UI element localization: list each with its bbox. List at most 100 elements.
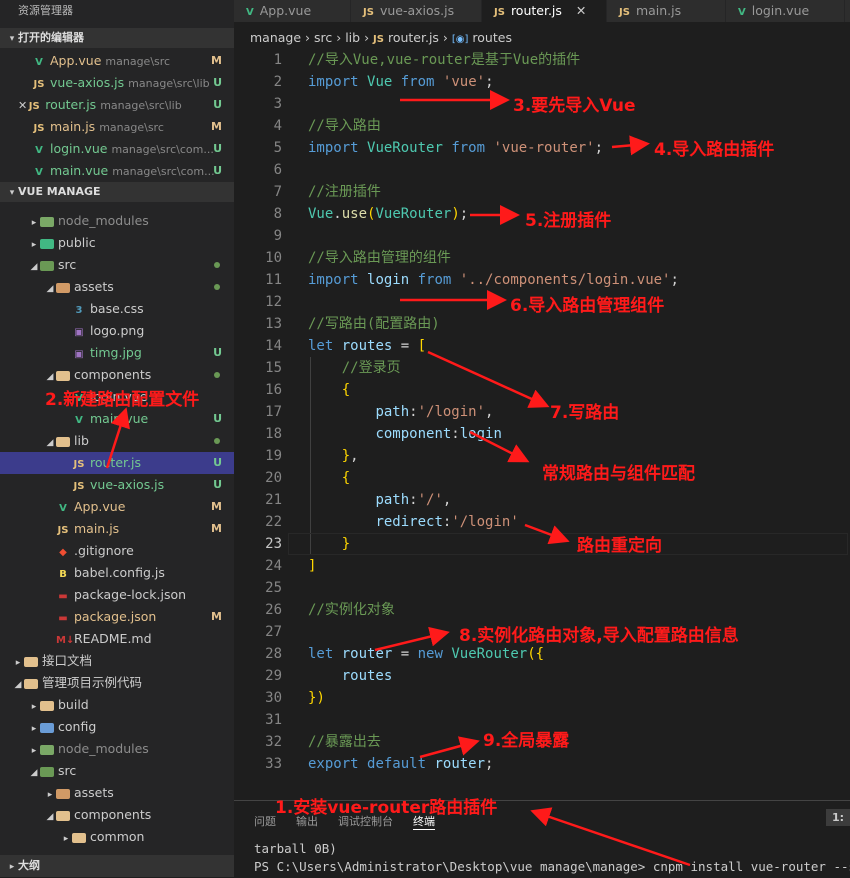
- tree-item-components[interactable]: ◢ components: [0, 804, 234, 826]
- file-name: login.vue: [50, 141, 108, 156]
- tree-item-router-js[interactable]: JS router.js U: [0, 452, 234, 474]
- line-number: 29: [265, 668, 282, 684]
- tree-item-common[interactable]: ▸ common: [0, 826, 234, 848]
- tree-item-node-modules[interactable]: ▸ node_modules: [0, 210, 234, 232]
- code-line[interactable]: 13 //写路由(配置路由): [234, 313, 850, 335]
- tab-App-vue[interactable]: V App.vue: [234, 0, 351, 22]
- tree-item--[interactable]: ▸ 接口文档: [0, 650, 234, 672]
- file-name: config: [58, 719, 97, 734]
- breadcrumb-item[interactable]: routes: [472, 30, 512, 45]
- tree-item-public[interactable]: ▸ public: [0, 232, 234, 254]
- code-line[interactable]: 10 //导入路由管理的组件: [234, 247, 850, 269]
- outline-header[interactable]: ▸ 大纲: [0, 855, 234, 877]
- tree-item-package-lock-json[interactable]: ▬ package-lock.json: [0, 584, 234, 606]
- breadcrumb-item[interactable]: lib: [345, 30, 360, 45]
- tab-vue-axios-js[interactable]: JS vue-axios.js: [351, 0, 482, 22]
- breadcrumb-item[interactable]: manage: [250, 30, 301, 45]
- modified-dot: [214, 262, 220, 268]
- code-line[interactable]: 4 //导入路由: [234, 115, 850, 137]
- line-number: 21: [265, 492, 282, 508]
- terminal-prompt[interactable]: PS C:\Users\Administrator\Desktop\vue ma…: [254, 859, 850, 876]
- tab-router-js[interactable]: JS router.js ✕: [482, 0, 607, 22]
- code-text: path:'/login',: [375, 404, 494, 420]
- tree-item-logo-png[interactable]: ▣ logo.png: [0, 320, 234, 342]
- tree-item-config[interactable]: ▸ config: [0, 716, 234, 738]
- code-line[interactable]: 1 //导入Vue,vue-router是基于Vue的插件: [234, 49, 850, 71]
- breadcrumb-item[interactable]: router.js: [388, 30, 439, 45]
- line-number: 4: [273, 118, 282, 134]
- code-line[interactable]: 22 redirect:'/login': [234, 511, 850, 533]
- code-line[interactable]: 28 let router = new VueRouter({: [234, 643, 850, 665]
- tree-item-main-js[interactable]: JS main.js M: [0, 518, 234, 540]
- open-editor-item[interactable]: JS main.js manage\src M: [0, 116, 234, 138]
- tree-item-src[interactable]: ◢ src: [0, 254, 234, 276]
- open-editors-header[interactable]: ▾ 打开的编辑器: [0, 28, 234, 48]
- tree-item-assets[interactable]: ◢ assets: [0, 276, 234, 298]
- code-line[interactable]: 25: [234, 577, 850, 599]
- line-number: 8: [273, 206, 282, 222]
- file-name: router.js: [45, 97, 97, 112]
- breadcrumb-item[interactable]: src: [314, 30, 332, 45]
- code-line[interactable]: 21 path:'/',: [234, 489, 850, 511]
- close-icon[interactable]: ✕: [576, 3, 586, 18]
- code-line[interactable]: 29 routes: [234, 665, 850, 687]
- line-number: 31: [265, 712, 282, 728]
- js-file-icon: JS: [73, 481, 85, 492]
- tree-item-main-vue[interactable]: Vmain.vue U: [0, 408, 234, 430]
- tab-login-vue[interactable]: Vlogin.vue: [726, 0, 845, 22]
- tab-main-js[interactable]: JS main.js: [607, 0, 726, 22]
- code-line[interactable]: 18 component:login: [234, 423, 850, 445]
- close-icon[interactable]: ✕: [18, 99, 27, 112]
- code-text: ]: [308, 558, 317, 574]
- code-line[interactable]: 15 //登录页: [234, 357, 850, 379]
- tree-item-timg-jpg[interactable]: ▣ timg.jpg U: [0, 342, 234, 364]
- editor-tabs: V App.vue JS vue-axios.js JS router.js ✕ JS main…: [234, 0, 850, 22]
- tree-item-components[interactable]: ◢ components: [0, 364, 234, 386]
- code-line[interactable]: 11 import login from '../components/login…: [234, 269, 850, 291]
- tree-item-lib[interactable]: ◢ lib: [0, 430, 234, 452]
- file-name: package-lock.json: [74, 587, 187, 602]
- tree-item--gitignore[interactable]: ◆ .gitignore: [0, 540, 234, 562]
- open-editor-item[interactable]: JS vue-axios.js manage\src\lib U: [0, 72, 234, 94]
- code-line[interactable]: 16 {: [234, 379, 850, 401]
- code-line[interactable]: 24]: [234, 555, 850, 577]
- code-text: //实例化对象: [308, 602, 395, 618]
- tree-item-assets[interactable]: ▸ assets: [0, 782, 234, 804]
- code-line[interactable]: 30}): [234, 687, 850, 709]
- img-file-icon: ▣: [74, 349, 84, 360]
- tree-item-babel-config-js[interactable]: Bbabel.config.js: [0, 562, 234, 584]
- code-line[interactable]: 7 //注册插件: [234, 181, 850, 203]
- tree-item-app-vue[interactable]: V App.vue M: [0, 496, 234, 518]
- file-name: router.js: [90, 455, 141, 470]
- code-text: path:'/',: [375, 492, 452, 508]
- terminal-selector[interactable]: 1:: [825, 809, 850, 826]
- file-name: main.vue: [50, 163, 109, 178]
- tree-item--[interactable]: ◢ 管理项目示例代码: [0, 672, 234, 694]
- code-line[interactable]: 14 let routes = [: [234, 335, 850, 357]
- line-number: 32: [265, 734, 282, 750]
- tree-item-build[interactable]: ▸ build: [0, 694, 234, 716]
- file-name: App.vue: [50, 53, 102, 68]
- tree-item-node-modules[interactable]: ▸ node_modules: [0, 738, 234, 760]
- code-editor[interactable]: 1 //导入Vue,vue-router是基于Vue的插件 2 import Vue …: [234, 49, 850, 794]
- tree-item-base-css[interactable]: 3 base.css: [0, 298, 234, 320]
- tree-item-package-json[interactable]: ▬ package.json M: [0, 606, 234, 628]
- folder-icon: [56, 810, 70, 821]
- code-line[interactable]: 33 export default router;: [234, 753, 850, 775]
- folder-icon: [40, 744, 54, 755]
- code-line[interactable]: 17 path:'/login',: [234, 401, 850, 423]
- code-line[interactable]: 26 //实例化对象: [234, 599, 850, 621]
- line-number: 15: [265, 360, 282, 376]
- tree-item-vue-axios-js[interactable]: JS vue-axios.js U: [0, 474, 234, 496]
- code-line[interactable]: 6: [234, 159, 850, 181]
- open-editor-item[interactable]: Vlogin.vue manage\src\com... U: [0, 138, 234, 160]
- open-editor-item[interactable]: Vmain.vue manage\src\com... U: [0, 160, 234, 182]
- open-editor-item[interactable]: ✕ JS router.js manage\src\lib U: [0, 94, 234, 116]
- code-line[interactable]: 2 import Vue from 'vue';: [234, 71, 850, 93]
- tree-item-readme-md[interactable]: M↓README.md: [0, 628, 234, 650]
- project-header[interactable]: ▾ VUE MANAGE: [0, 182, 234, 202]
- code-text: import VueRouter from 'vue-router';: [308, 140, 604, 156]
- open-editor-item[interactable]: V App.vue manage\src M: [0, 50, 234, 72]
- tab-problems[interactable]: 问题: [254, 813, 276, 829]
- tree-item-src[interactable]: ◢ src: [0, 760, 234, 782]
